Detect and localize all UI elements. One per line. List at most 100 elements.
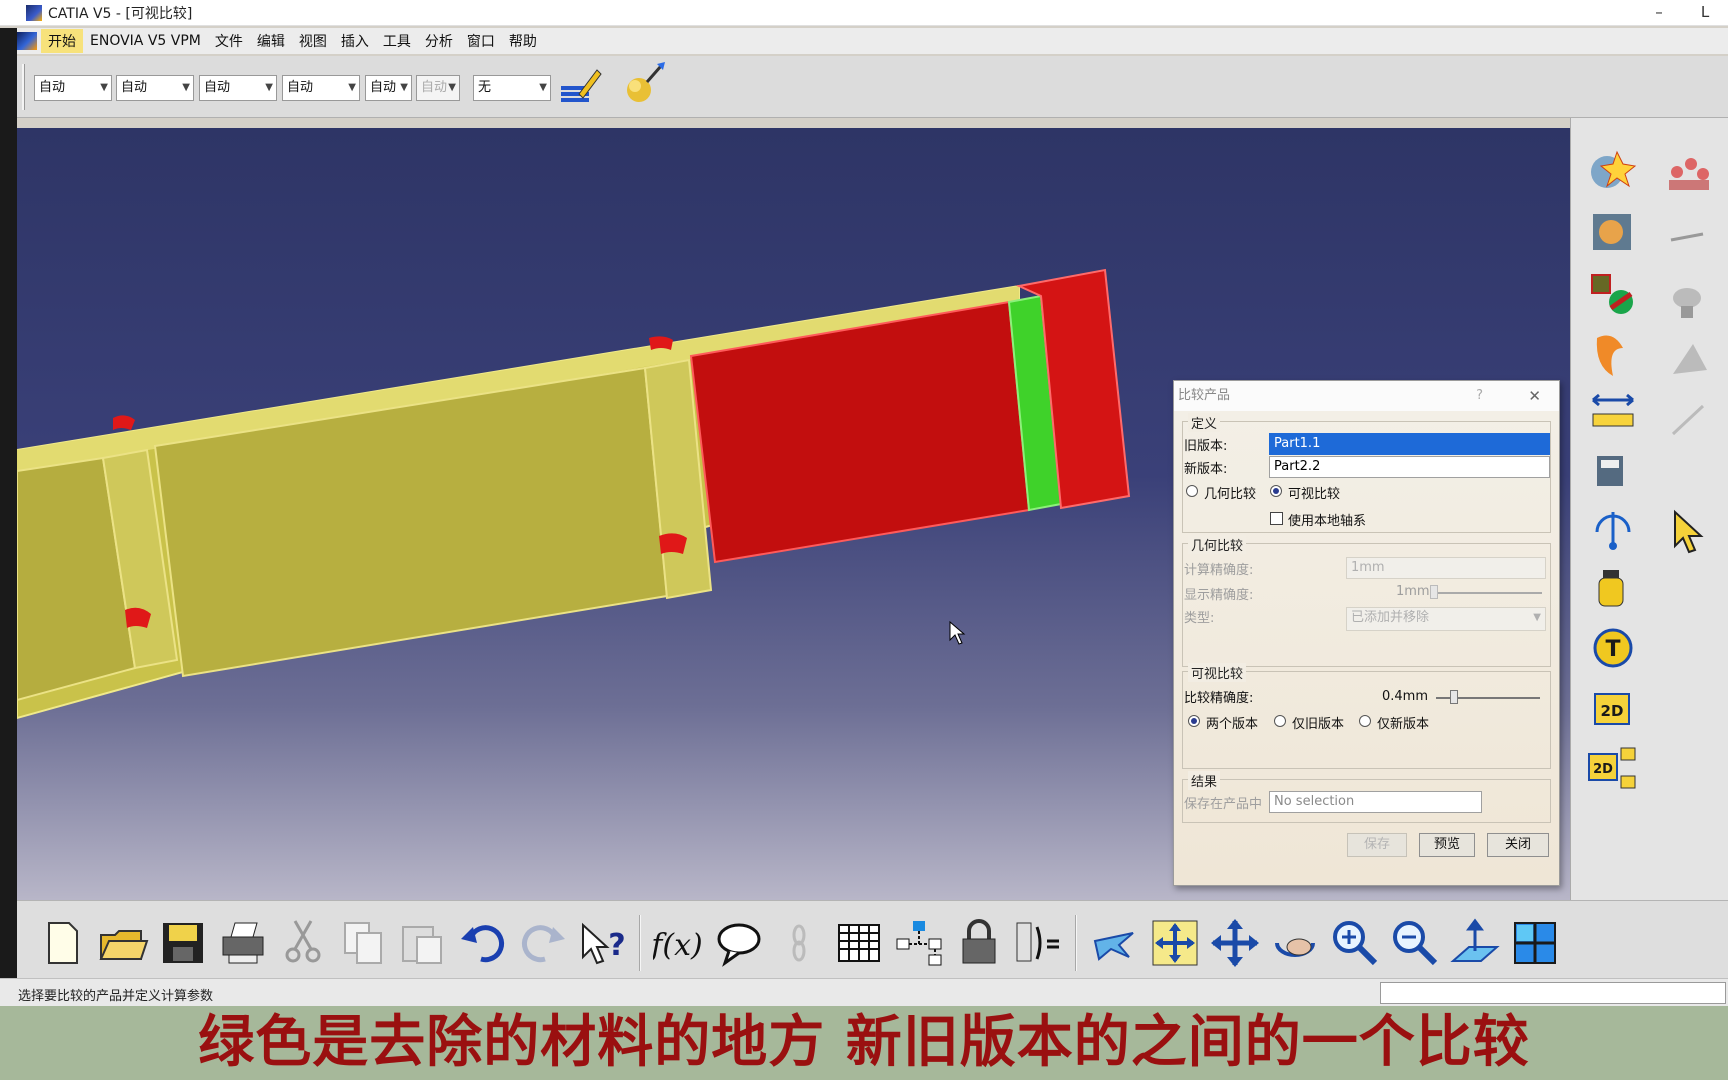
close-button[interactable]: 关闭 bbox=[1487, 833, 1549, 857]
menu-enovia[interactable]: ENOVIA V5 VPM bbox=[83, 31, 208, 51]
chevron-down-icon: ▼ bbox=[539, 82, 547, 93]
wizard-icon[interactable] bbox=[1663, 278, 1715, 330]
both-versions-label: 两个版本 bbox=[1206, 717, 1259, 732]
comment-icon[interactable] bbox=[713, 917, 765, 969]
fit-icon[interactable] bbox=[1587, 328, 1639, 380]
menu-start[interactable]: 开始 bbox=[41, 29, 83, 53]
open-icon[interactable] bbox=[97, 917, 149, 969]
weight-icon[interactable] bbox=[1587, 446, 1639, 498]
save-in-product-field[interactable]: No selection bbox=[1269, 791, 1482, 813]
visual-compare-radio[interactable] bbox=[1270, 485, 1282, 497]
menu-edit[interactable]: 编辑 bbox=[250, 29, 292, 53]
geometric-compare-radio[interactable] bbox=[1186, 485, 1198, 497]
line-type-combo[interactable]: 自动 ▼ bbox=[365, 75, 412, 101]
minimize-button[interactable]: – bbox=[1636, 0, 1682, 26]
undo-icon[interactable] bbox=[457, 917, 509, 969]
measure-between-icon[interactable] bbox=[1663, 334, 1715, 386]
new-only-radio[interactable] bbox=[1359, 715, 1371, 727]
line-color-combo[interactable]: 自动 ▼ bbox=[199, 75, 277, 101]
gauge-icon[interactable] bbox=[1587, 562, 1639, 614]
fillet-mark bbox=[113, 415, 135, 430]
render-icon[interactable] bbox=[1587, 146, 1639, 198]
redo-icon[interactable] bbox=[517, 917, 569, 969]
new-version-label: 新版本: bbox=[1184, 462, 1228, 477]
chevron-down-icon: ▼ bbox=[100, 82, 108, 93]
chevron-down-icon: ▼ bbox=[265, 82, 273, 93]
mouse-cursor-icon bbox=[949, 620, 966, 645]
type-select[interactable]: 已添加并移除 ▼ bbox=[1346, 607, 1546, 631]
paste-icon[interactable] bbox=[397, 917, 449, 969]
transparency-combo[interactable]: 自动 ▼ bbox=[116, 75, 194, 101]
pan-icon[interactable] bbox=[1209, 917, 1261, 969]
measure-icon[interactable] bbox=[1587, 388, 1639, 440]
painter-icon[interactable] bbox=[557, 64, 603, 110]
command-input[interactable] bbox=[1380, 982, 1726, 1004]
visual-precision-slider-thumb[interactable] bbox=[1450, 690, 1458, 704]
chevron-down-icon: ▼ bbox=[1533, 612, 1541, 623]
print-icon[interactable] bbox=[217, 917, 269, 969]
views-icon[interactable] bbox=[1509, 917, 1561, 969]
formula-icon[interactable]: f(x) bbox=[653, 917, 705, 969]
line-thickness-combo[interactable]: 自动 ▼ bbox=[282, 75, 360, 101]
fill-color-combo[interactable]: 自动 ▼ bbox=[34, 75, 112, 101]
copy-icon[interactable] bbox=[337, 917, 389, 969]
whats-this-icon[interactable]: ? bbox=[577, 917, 629, 969]
display-precision-slider-thumb[interactable] bbox=[1430, 585, 1438, 599]
scene-icon[interactable] bbox=[1587, 206, 1639, 258]
save-icon[interactable] bbox=[157, 917, 209, 969]
menu-analysis[interactable]: 分析 bbox=[418, 29, 460, 53]
new-only-label: 仅新版本 bbox=[1377, 717, 1430, 732]
menu-file[interactable]: 文件 bbox=[208, 29, 250, 53]
compute-precision-field[interactable]: 1mm bbox=[1346, 557, 1546, 579]
rotate-icon[interactable] bbox=[1269, 917, 1321, 969]
select-icon[interactable] bbox=[1663, 506, 1715, 558]
preview-button[interactable]: 预览 bbox=[1419, 833, 1475, 857]
fly-icon[interactable] bbox=[1089, 917, 1141, 969]
catalog-icon[interactable] bbox=[1587, 506, 1639, 558]
display-precision-slider-track[interactable] bbox=[1430, 592, 1542, 594]
pump-icon[interactable] bbox=[1663, 394, 1715, 446]
text-icon[interactable]: T bbox=[1587, 622, 1639, 674]
local-axis-checkbox[interactable] bbox=[1270, 512, 1283, 525]
lock-icon[interactable] bbox=[953, 917, 1005, 969]
properties-painter-icon[interactable] bbox=[621, 60, 667, 106]
dialog-body: 定义 旧版本: Part1.1 新版本: Part2.2 几何比较 可视比较 使… bbox=[1174, 411, 1559, 885]
save-button[interactable]: 保存 bbox=[1347, 833, 1407, 857]
old-version-field[interactable]: Part1.1 bbox=[1269, 433, 1550, 455]
2d-icon[interactable]: 2D bbox=[1587, 684, 1639, 736]
menu-help[interactable]: 帮助 bbox=[502, 29, 544, 53]
compute-precision-label: 计算精确度: bbox=[1184, 563, 1254, 578]
zoom-in-icon[interactable] bbox=[1329, 917, 1381, 969]
combo-value: 自动 bbox=[204, 80, 231, 95]
table-icon[interactable] bbox=[833, 917, 885, 969]
combo-value: 自动 bbox=[121, 80, 148, 95]
catia-logo-icon[interactable] bbox=[17, 32, 37, 50]
menu-window[interactable]: 窗口 bbox=[460, 29, 502, 53]
new-icon[interactable] bbox=[37, 917, 89, 969]
multicolor-icon[interactable] bbox=[1587, 268, 1639, 320]
assembly-icon[interactable] bbox=[1663, 150, 1715, 202]
old-only-radio[interactable] bbox=[1274, 715, 1286, 727]
texture-icon[interactable] bbox=[1663, 214, 1715, 266]
menu-tools[interactable]: 工具 bbox=[376, 29, 418, 53]
layer-combo[interactable]: 无 ▼ bbox=[473, 75, 551, 101]
normal-view-icon[interactable] bbox=[1449, 917, 1501, 969]
parameter-icon[interactable] bbox=[1013, 917, 1065, 969]
maximize-button[interactable]: L bbox=[1682, 0, 1728, 26]
both-versions-radio[interactable] bbox=[1188, 715, 1200, 727]
cut-icon[interactable] bbox=[277, 917, 329, 969]
visual-precision-label: 比较精确度: bbox=[1184, 691, 1254, 706]
toolbar-grip[interactable] bbox=[22, 64, 25, 110]
zoom-out-icon[interactable] bbox=[1389, 917, 1441, 969]
dialog-close-icon[interactable]: ✕ bbox=[1528, 381, 1541, 411]
2d-multi-icon[interactable]: 2D bbox=[1587, 742, 1639, 794]
fit-all-icon[interactable] bbox=[1149, 917, 1201, 969]
menu-view[interactable]: 视图 bbox=[292, 29, 334, 53]
point-symbol-combo[interactable]: 自动 ▼ bbox=[416, 75, 460, 101]
dialog-title-bar[interactable]: 比较产品 ? ✕ bbox=[1174, 381, 1559, 411]
menu-insert[interactable]: 插入 bbox=[334, 29, 376, 53]
help-button[interactable]: ? bbox=[1476, 381, 1483, 411]
new-version-field[interactable]: Part2.2 bbox=[1269, 456, 1550, 478]
tree-icon[interactable] bbox=[893, 917, 945, 969]
link-icon[interactable] bbox=[773, 917, 825, 969]
